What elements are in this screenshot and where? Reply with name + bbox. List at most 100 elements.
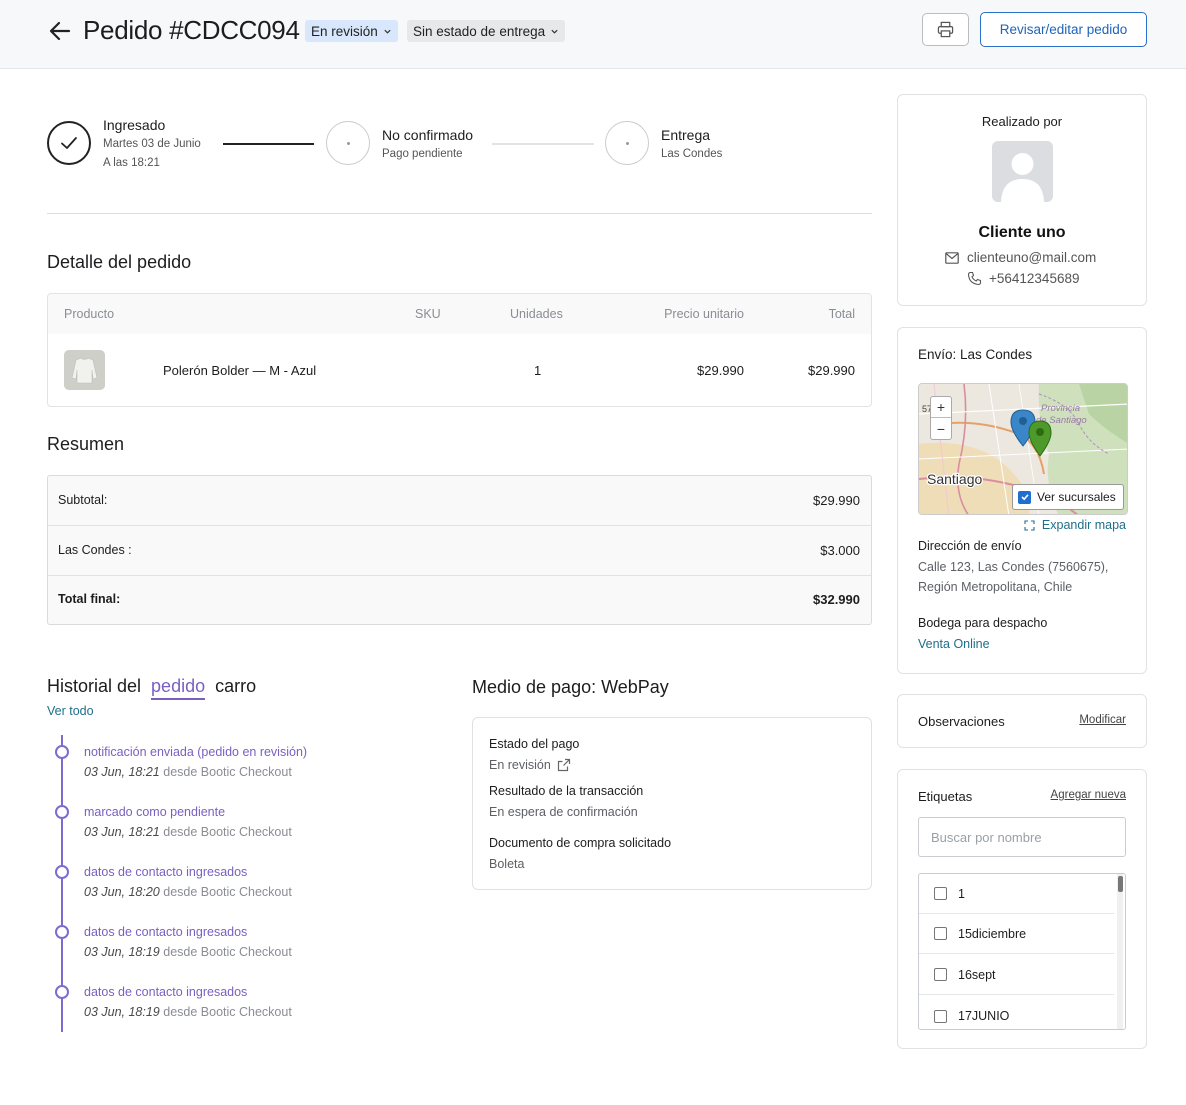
- step-connector: [223, 143, 314, 145]
- tag-item[interactable]: 16sept: [919, 955, 1114, 995]
- tag-checkbox[interactable]: [934, 927, 947, 940]
- delivery-status-label: Sin estado de entrega: [413, 23, 546, 39]
- tag-search-input[interactable]: [918, 817, 1126, 857]
- tag-label: 1: [958, 886, 965, 901]
- check-icon: [61, 137, 77, 149]
- column-header-units: Unidades: [510, 307, 563, 321]
- total-label: Total final:: [58, 592, 121, 606]
- shipping-value: $3.000: [820, 543, 860, 558]
- history-event-time: 03 Jun, 18:19: [84, 945, 160, 959]
- customer-email[interactable]: clienteuno@mail.com: [967, 250, 1096, 265]
- column-header-unit-price: Precio unitario: [664, 307, 744, 321]
- address-label: Dirección de envío: [918, 539, 1022, 553]
- order-detail-title: Detalle del pedido: [47, 252, 192, 272]
- zoom-out-button[interactable]: −: [931, 418, 951, 439]
- map-region-label-1: Provincia: [1041, 403, 1080, 414]
- map-zoom-control: + −: [930, 396, 952, 440]
- tag-list-scrollbar[interactable]: [1117, 874, 1123, 1029]
- notes-title: Observaciones: [918, 714, 1005, 729]
- timeline-dot: [55, 925, 69, 939]
- document-value: Boleta: [489, 857, 525, 871]
- payment-status-label: Estado del pago: [489, 737, 580, 751]
- history-title: Historial del pedido carro: [47, 676, 256, 700]
- tags-card: Etiquetas Agregar nueva 1 15diciembre 16…: [897, 769, 1147, 1049]
- see-all-link[interactable]: Ver todo: [47, 704, 94, 718]
- notes-card: Observaciones Modificar: [897, 694, 1147, 748]
- phone-icon: [967, 271, 982, 286]
- product-name[interactable]: Polerón Bolder — M - Azul: [163, 363, 316, 378]
- check-icon: [1020, 494, 1029, 501]
- tab-cart[interactable]: carro: [215, 676, 256, 700]
- history-event-source: desde Bootic Checkout: [163, 825, 292, 839]
- placed-by-label: Realizado por: [981, 114, 1063, 129]
- step-delivery-sub: Las Condes: [661, 148, 723, 160]
- product-thumbnail[interactable]: [64, 350, 105, 390]
- tag-label: 16sept: [958, 967, 996, 982]
- history-event-time: 03 Jun, 18:21: [84, 825, 160, 839]
- tag-checkbox[interactable]: [934, 887, 947, 900]
- history-event-title: marcado como pendiente: [84, 805, 226, 819]
- scrollbar-thumb[interactable]: [1118, 876, 1123, 892]
- delivery-status-dropdown[interactable]: Sin estado de entrega: [407, 20, 566, 42]
- column-header-sku: SKU: [415, 307, 441, 321]
- avatar: [992, 141, 1053, 202]
- tag-item[interactable]: 17JUNIO: [919, 996, 1114, 1029]
- tag-checkbox[interactable]: [934, 968, 947, 981]
- show-branches-toggle[interactable]: Ver sucursales: [1012, 484, 1124, 510]
- status-dropdown[interactable]: En revisión: [305, 20, 398, 42]
- history-event-title: notificación enviada (pedido en revisión…: [84, 745, 308, 759]
- tag-item[interactable]: 1: [919, 874, 1114, 914]
- page-header: Pedido #CDCC094 En revisión Sin estado d…: [0, 0, 1186, 69]
- address-line-1: Calle 123, Las Condes (7560675),: [918, 560, 1109, 574]
- warehouse-link[interactable]: Venta Online: [918, 637, 990, 651]
- column-header-total: Total: [828, 307, 855, 321]
- subtotal-value: $29.990: [813, 493, 860, 508]
- tag-checkbox[interactable]: [934, 1009, 947, 1023]
- payment-title: Medio de pago: WebPay: [472, 677, 669, 697]
- history-event-source: desde Bootic Checkout: [163, 885, 292, 899]
- history-event-time: 03 Jun, 18:19: [84, 1005, 160, 1019]
- shipping-card: Envío: Las Condes 57 Santiago Provincia …: [897, 327, 1147, 674]
- summary-row: Total final: $32.990: [48, 575, 871, 624]
- back-arrow-icon[interactable]: [47, 18, 73, 44]
- customer-name: Cliente uno: [978, 224, 1066, 241]
- print-button[interactable]: [922, 13, 969, 46]
- history-title-text: Historial del: [47, 676, 142, 696]
- zoom-in-button[interactable]: +: [931, 397, 951, 418]
- product-units: 1: [534, 363, 542, 378]
- review-edit-order-button[interactable]: Revisar/editar pedido: [980, 12, 1147, 47]
- step-entered-date: Martes 03 de Junio: [103, 138, 201, 150]
- customer-email-row: clienteuno@mail.com: [945, 250, 1096, 265]
- customer-phone-row: +56412345689: [967, 271, 1079, 286]
- step-unconfirmed-icon: [326, 121, 370, 165]
- subtotal-label: Subtotal:: [58, 493, 108, 507]
- sweater-image: [64, 350, 105, 390]
- timeline-dot: [55, 985, 69, 999]
- expand-map-link[interactable]: Expandir mapa: [1024, 518, 1126, 532]
- customer-phone[interactable]: +56412345689: [989, 271, 1079, 286]
- tag-item[interactable]: 15diciembre: [919, 914, 1114, 954]
- show-branches-checkbox[interactable]: [1018, 490, 1031, 504]
- summary-row: Las Condes : $3.000: [48, 526, 871, 576]
- modify-notes-link[interactable]: Modificar: [1079, 714, 1126, 726]
- product-unit-price: $29.990: [697, 363, 744, 378]
- step-entered-time: A las 18:21: [103, 157, 160, 169]
- history-event-title: datos de contacto ingresados: [84, 985, 248, 999]
- divider: [47, 213, 872, 214]
- summary-row: Subtotal: $29.990: [48, 476, 871, 526]
- shipping-map[interactable]: 57 Santiago Provincia de Santiago + − Ve…: [918, 383, 1128, 515]
- history-event-title: datos de contacto ingresados: [84, 865, 248, 879]
- history-event-meta: 03 Jun, 18:20 desde Bootic Checkout: [84, 885, 292, 899]
- tag-label: 17JUNIO: [958, 1009, 1010, 1023]
- expand-map-label: Expandir mapa: [1041, 518, 1126, 532]
- step-delivery-title: Entrega: [661, 127, 711, 143]
- warehouse-label: Bodega para despacho: [918, 616, 1048, 630]
- add-tag-link[interactable]: Agregar nueva: [1051, 789, 1126, 801]
- external-link-icon[interactable]: [557, 758, 571, 772]
- printer-icon: [937, 21, 954, 38]
- tab-order[interactable]: pedido: [151, 676, 206, 700]
- history-event-meta: 03 Jun, 18:21 desde Bootic Checkout: [84, 765, 292, 779]
- shipping-title: Envío: Las Condes: [918, 347, 1033, 362]
- product-total: $29.990: [808, 363, 855, 378]
- history-event-time: 03 Jun, 18:20: [84, 885, 160, 899]
